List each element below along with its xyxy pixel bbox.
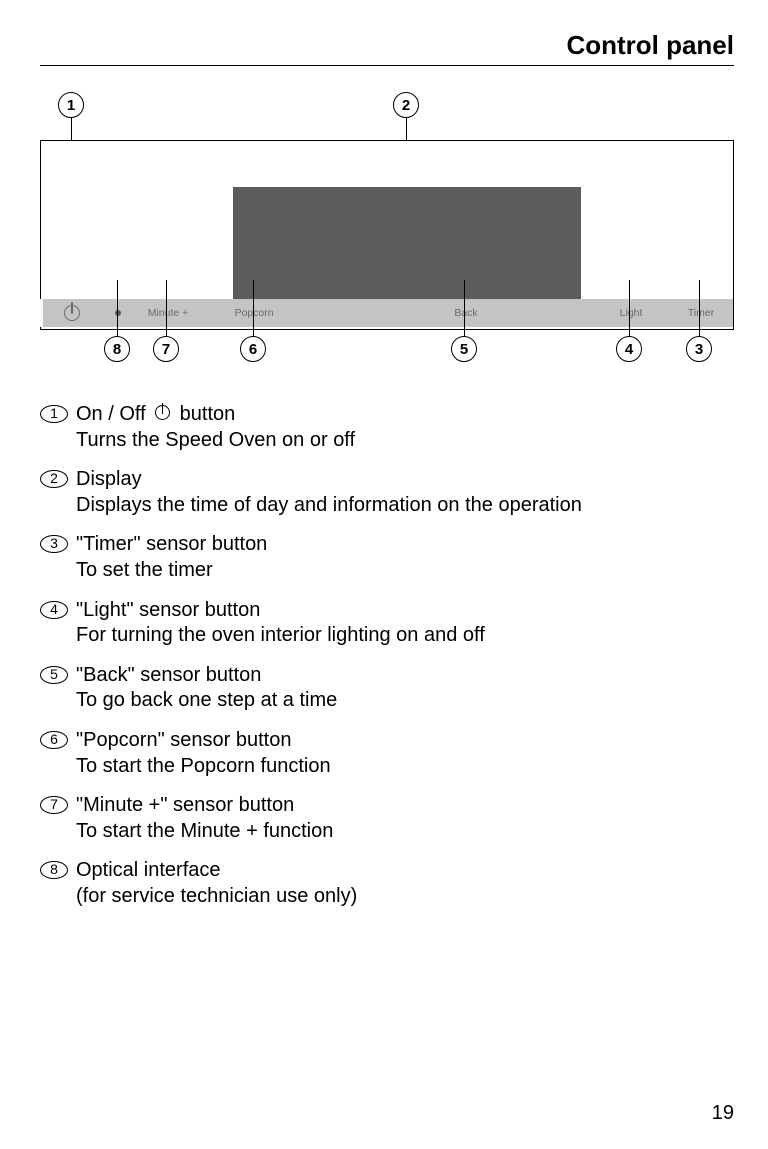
desc-sub: To set the timer <box>76 558 734 584</box>
desc-item-4: 4 "Light" sensor button For turning the … <box>40 598 734 649</box>
desc-num: 3 <box>40 535 68 553</box>
callout-bubble-8: 8 <box>104 336 130 362</box>
desc-sub: Turns the Speed Oven on or off <box>76 428 734 454</box>
desc-title: Optical interface <box>76 859 221 881</box>
desc-item-3: 3 "Timer" sensor button To set the timer <box>40 532 734 583</box>
callout-bubble-3: 3 <box>686 336 712 362</box>
desc-num: 2 <box>40 470 68 488</box>
callout-bubble-7: 7 <box>153 336 179 362</box>
title-rule <box>40 65 734 66</box>
callout-bubble-4: 4 <box>616 336 642 362</box>
desc-num: 8 <box>40 861 68 879</box>
callout-bubble-5: 5 <box>451 336 477 362</box>
desc-title: "Timer" sensor button <box>76 533 267 555</box>
desc-title: "Light" sensor button <box>76 599 260 621</box>
description-list: 1 On / Off button Turns the Speed Oven o… <box>40 402 734 910</box>
optical-interface-dot <box>115 310 121 316</box>
desc-title-post: button <box>180 402 236 428</box>
desc-title: "Back" sensor button <box>76 664 261 686</box>
desc-item-8: 8 Optical interface (for service technic… <box>40 858 734 909</box>
desc-num: 5 <box>40 666 68 684</box>
desc-item-2: 2 Display Displays the time of day and i… <box>40 467 734 518</box>
desc-title: "Popcorn" sensor button <box>76 729 291 751</box>
desc-sub: Displays the time of day and information… <box>76 493 734 519</box>
desc-item-6: 6 "Popcorn" sensor button To start the P… <box>40 728 734 779</box>
desc-title: Display <box>76 468 142 490</box>
callout-bubble-1: 1 <box>58 92 84 118</box>
display-screen <box>233 187 581 299</box>
power-icon <box>63 304 81 322</box>
popcorn-button-label: Popcorn <box>219 299 289 327</box>
page-title: Control panel <box>40 30 734 61</box>
control-panel-diagram: 1 2 Minute + Popcorn Back Light Timer 8 … <box>40 104 734 374</box>
desc-item-1: 1 On / Off button Turns the Speed Oven o… <box>40 402 734 453</box>
desc-item-5: 5 "Back" sensor button To go back one st… <box>40 663 734 714</box>
desc-title: "Minute +" sensor button <box>76 794 294 816</box>
page-number: 19 <box>712 1102 734 1125</box>
desc-num: 4 <box>40 601 68 619</box>
desc-sub: To start the Popcorn function <box>76 754 734 780</box>
desc-sub: (for service technician use only) <box>76 884 734 910</box>
callout-bubble-6: 6 <box>240 336 266 362</box>
desc-sub: To start the Minute + function <box>76 819 734 845</box>
desc-sub: For turning the oven interior lighting o… <box>76 623 734 649</box>
power-icon <box>154 404 172 422</box>
desc-num: 6 <box>40 731 68 749</box>
minute-plus-button-label: Minute + <box>133 299 203 327</box>
desc-sub: To go back one step at a time <box>76 688 734 714</box>
light-button-label: Light <box>601 299 661 327</box>
desc-num: 7 <box>40 796 68 814</box>
desc-title-pre: On / Off <box>76 402 146 428</box>
back-button-label: Back <box>436 299 496 327</box>
callout-bubble-2: 2 <box>393 92 419 118</box>
timer-button-label: Timer <box>671 299 731 327</box>
desc-num: 1 <box>40 405 68 423</box>
desc-item-7: 7 "Minute +" sensor button To start the … <box>40 793 734 844</box>
